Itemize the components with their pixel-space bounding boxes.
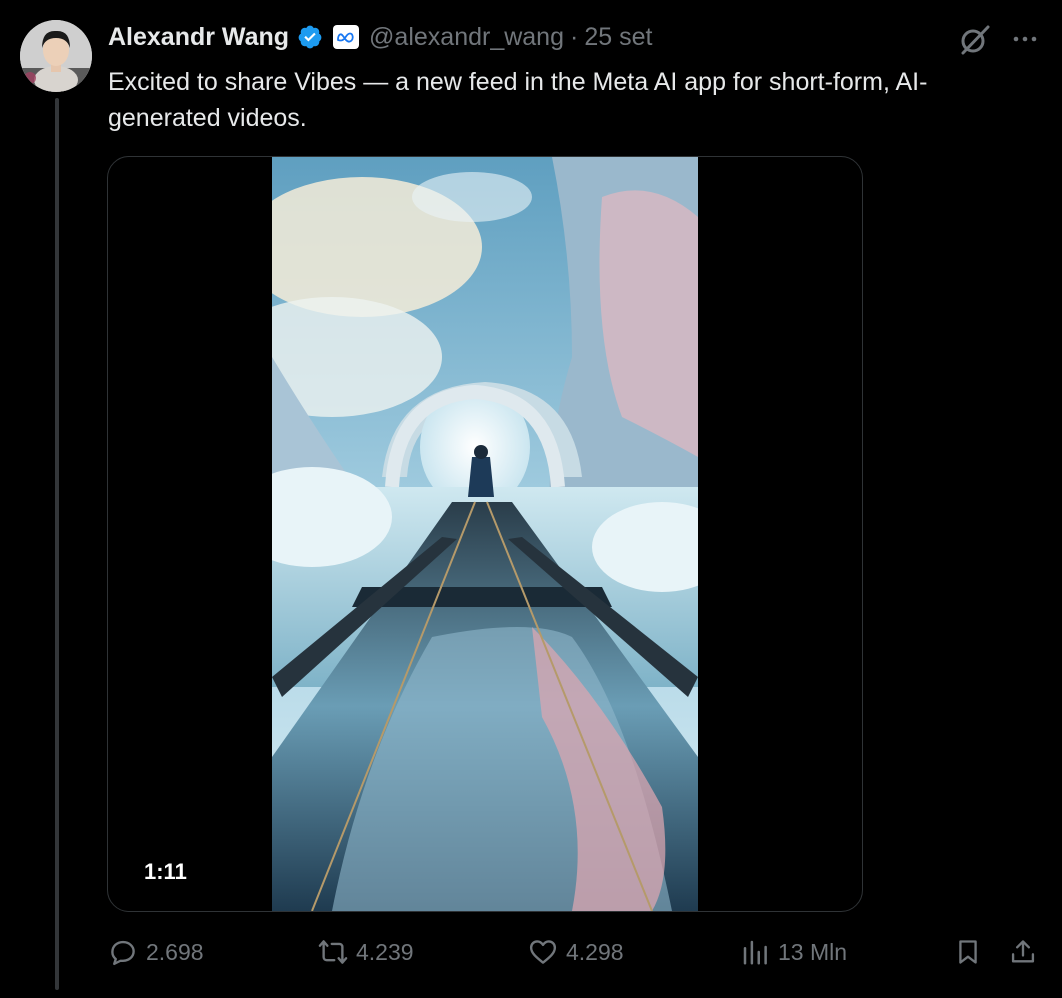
- repost-icon: [318, 940, 348, 964]
- share-icon: [1011, 940, 1035, 963]
- heart-icon: [529, 940, 557, 964]
- video-frame[interactable]: [272, 157, 698, 911]
- author-handle[interactable]: @alexandr_wang: [369, 23, 564, 52]
- repost-button[interactable]: 4.239: [318, 930, 414, 974]
- reply-button[interactable]: 2.698: [108, 930, 204, 974]
- separator: ·: [570, 22, 579, 51]
- avatar-image: [20, 20, 92, 92]
- reply-icon: [111, 940, 135, 966]
- author-name[interactable]: Alexandr Wang: [108, 23, 289, 52]
- reply-count: 2.698: [146, 938, 204, 965]
- tweet-text: Excited to share Vibes — a new feed in t…: [108, 68, 928, 132]
- timestamp[interactable]: 25 set: [584, 23, 652, 52]
- views-count: 13 Mln: [778, 938, 848, 965]
- meta-logo-icon[interactable]: [333, 25, 360, 49]
- verified-badge-icon[interactable]: [297, 24, 323, 50]
- like-button[interactable]: 4.298: [528, 930, 624, 974]
- video-thumbnail: [272, 157, 698, 911]
- repost-count: 4.239: [356, 938, 414, 965]
- more-icon[interactable]: [1010, 24, 1040, 54]
- thread-line: [55, 98, 59, 990]
- bookmark-button[interactable]: [951, 930, 985, 974]
- tweet-header: Alexandr Wang @alexandr_wang · 25 set: [108, 20, 652, 54]
- views-icon: [743, 940, 767, 965]
- grok-icon[interactable]: [958, 22, 992, 56]
- bookmark-icon: [959, 940, 977, 964]
- share-button[interactable]: [1006, 930, 1040, 974]
- video-duration: 1:11: [144, 859, 187, 884]
- like-count: 4.298: [566, 938, 624, 965]
- action-bar: 2.698 4.239 4.298 13 Mln: [108, 930, 1038, 974]
- views-button[interactable]: 13 Mln: [740, 930, 847, 974]
- avatar[interactable]: [20, 20, 92, 92]
- video-player[interactable]: 1:11: [107, 156, 863, 912]
